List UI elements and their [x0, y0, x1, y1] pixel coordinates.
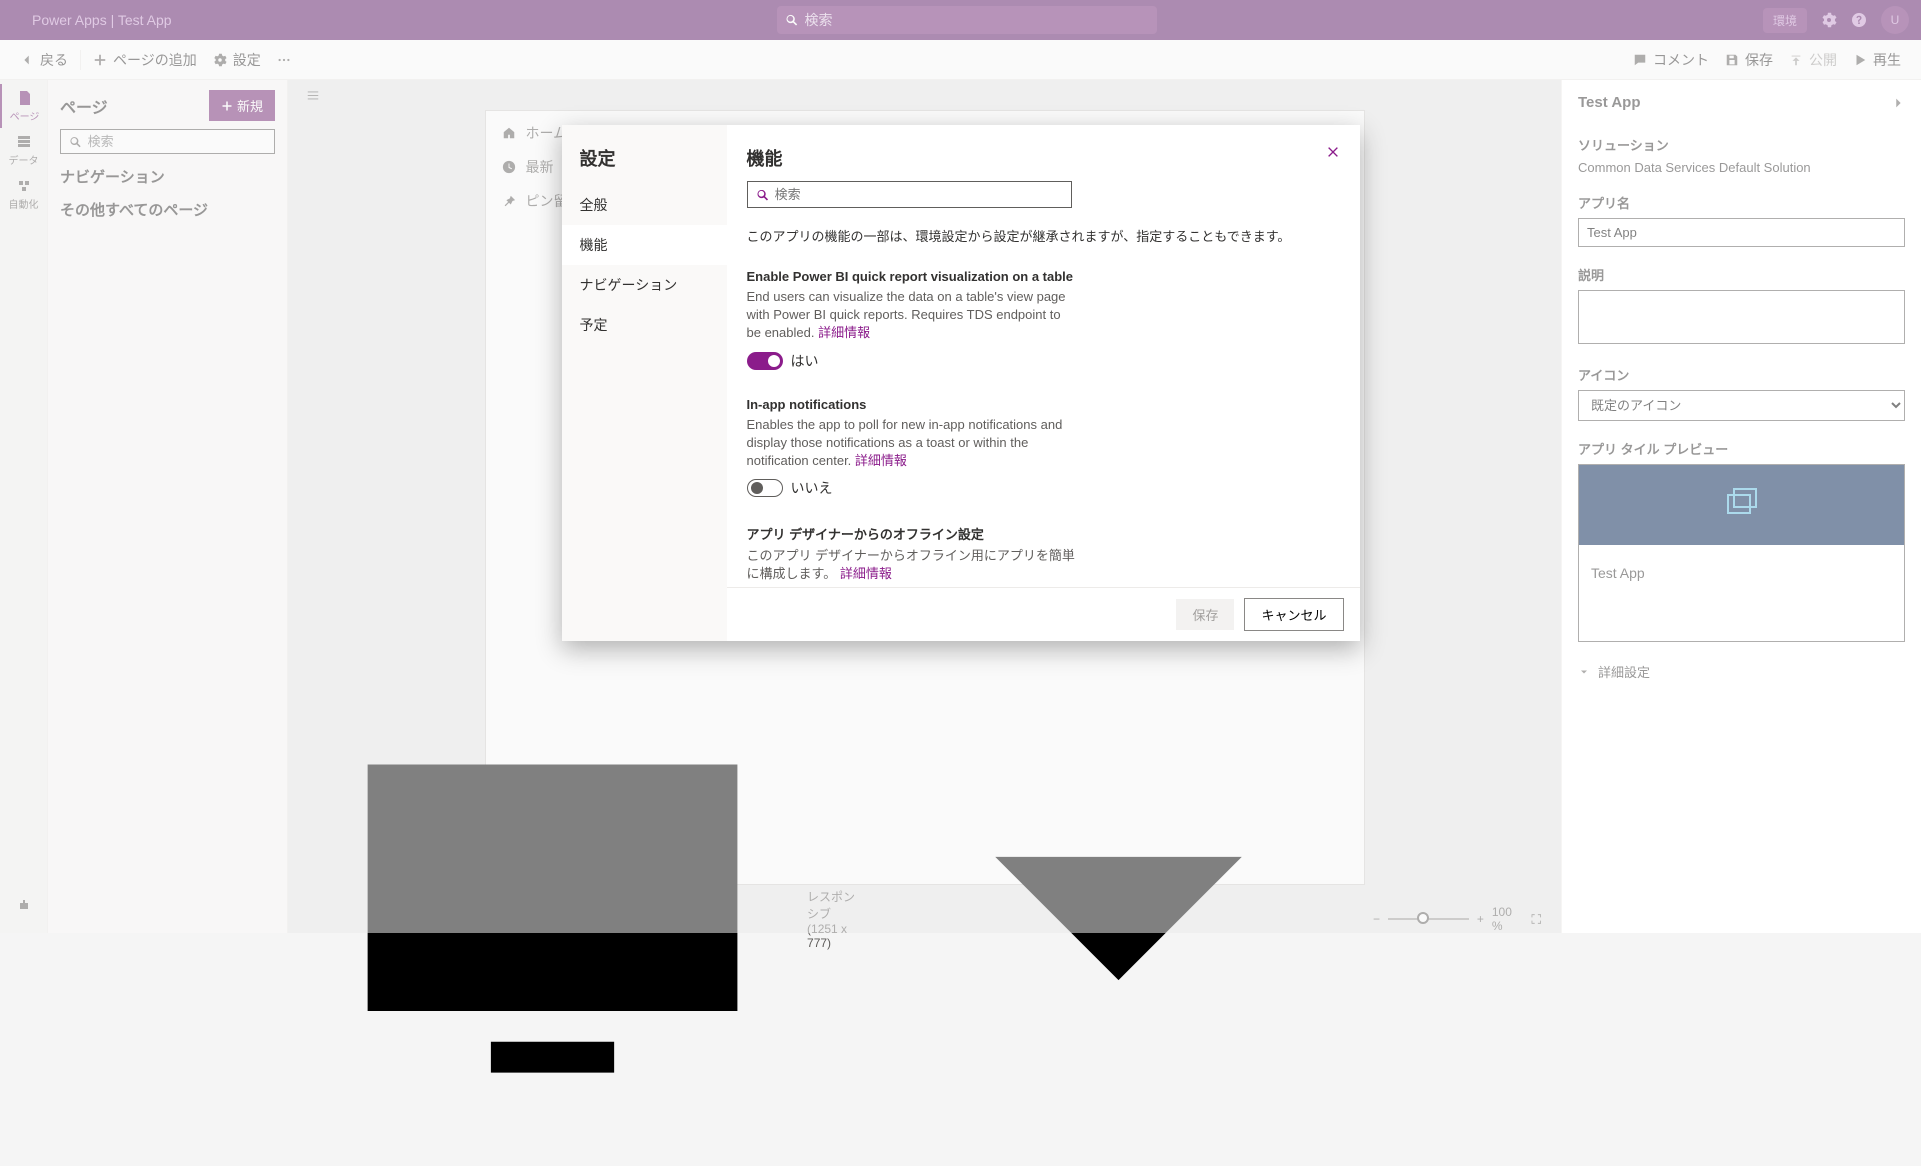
dlg-cancel-button[interactable]: キャンセル [1244, 598, 1343, 631]
dlg-nav-navigation[interactable]: ナビゲーション [562, 265, 727, 305]
search-icon [756, 188, 769, 202]
dlg-nav-general[interactable]: 全般 [562, 185, 727, 225]
feat1-toggle[interactable] [747, 352, 783, 370]
feat2-state: いいえ [791, 478, 833, 498]
feat3-link[interactable]: 詳細情報 [840, 566, 892, 581]
modal-overlay: 設定 全般 機能 ナビゲーション 予定 機能 このアプリの機能の一部は、環境設定… [0, 0, 1921, 933]
close-icon [1326, 145, 1340, 159]
feat3-title: アプリ デザイナーからのオフライン設定 [747, 524, 1320, 543]
dialog-close-button[interactable] [1326, 145, 1340, 162]
dlg-save-button: 保存 [1176, 599, 1234, 630]
feat1-title: Enable Power BI quick report visualizati… [747, 269, 1320, 284]
dlg-intro: このアプリの機能の一部は、環境設定から設定が継承されますが、指定することもできま… [747, 226, 1320, 245]
dlg-search[interactable] [747, 181, 1072, 208]
feat2-title: In-app notifications [747, 397, 1320, 412]
dlg-search-input[interactable] [775, 187, 1063, 202]
feat2-toggle[interactable] [747, 479, 783, 497]
dlg-content-title: 機能 [747, 145, 783, 171]
dlg-nav-features[interactable]: 機能 [562, 225, 727, 265]
dialog-title: 設定 [562, 145, 727, 185]
feat2-link[interactable]: 詳細情報 [855, 453, 907, 468]
feat1-link[interactable]: 詳細情報 [818, 325, 870, 340]
feat1-state: はい [791, 351, 819, 371]
feat1-desc: End users can visualize the data on a ta… [747, 289, 1066, 340]
feat3-desc: このアプリ デザイナーからオフライン用にアプリを簡単に構成します。 [747, 548, 1075, 581]
settings-dialog: 設定 全般 機能 ナビゲーション 予定 機能 このアプリの機能の一部は、環境設定… [562, 125, 1360, 641]
dlg-nav-upcoming[interactable]: 予定 [562, 305, 727, 345]
